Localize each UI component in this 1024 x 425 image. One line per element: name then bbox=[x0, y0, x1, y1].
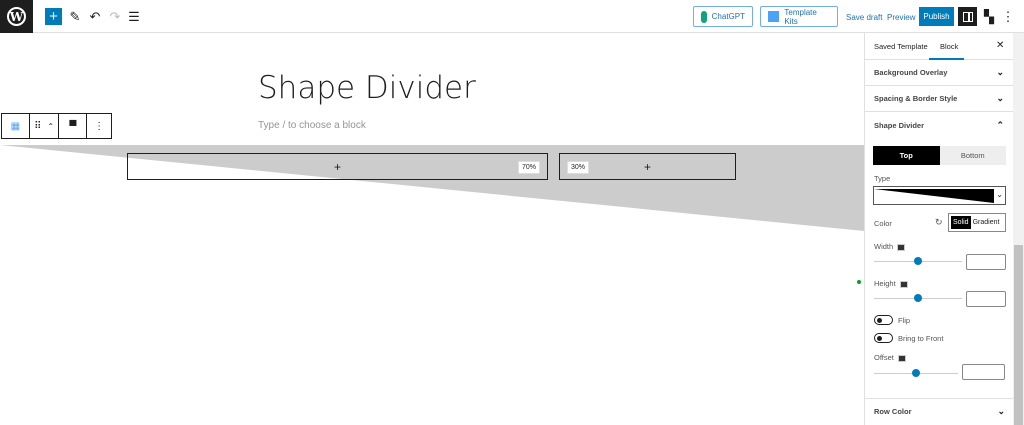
type-label: Type bbox=[874, 174, 891, 183]
label-text: Height bbox=[874, 279, 896, 288]
width-slider[interactable] bbox=[874, 257, 962, 265]
chevron-down-icon: ⌄ bbox=[996, 93, 1004, 103]
column-1[interactable]: +70% bbox=[127, 153, 548, 180]
position-toggle: Top Bottom bbox=[873, 146, 1006, 165]
offset-input[interactable] bbox=[962, 364, 1005, 380]
slider-handle[interactable] bbox=[914, 294, 922, 302]
preview-link[interactable]: Preview bbox=[887, 13, 915, 22]
device-preview-icon[interactable]: ▀ bbox=[59, 114, 88, 138]
add-block-button[interactable]: + bbox=[45, 8, 62, 25]
undo-icon[interactable]: ↶ bbox=[88, 8, 102, 25]
sidebar-icon bbox=[962, 11, 973, 22]
close-icon[interactable]: ✕ bbox=[996, 40, 1004, 51]
height-input[interactable] bbox=[966, 291, 1006, 307]
desktop-icon[interactable] bbox=[897, 354, 906, 362]
slider-handle[interactable] bbox=[912, 369, 920, 377]
width-input[interactable] bbox=[966, 254, 1006, 270]
section-row-color[interactable]: Row Color ⌄ bbox=[865, 398, 1014, 424]
edit-tool-icon[interactable]: ✎ bbox=[68, 8, 82, 25]
section-title: Background Overlay bbox=[874, 68, 948, 77]
column-width-label: 30% bbox=[567, 161, 590, 174]
bring-to-front-toggle[interactable] bbox=[874, 333, 893, 343]
more-options-icon[interactable]: ⋮ bbox=[1002, 8, 1015, 25]
column-2[interactable]: +30% bbox=[559, 153, 736, 180]
top-button[interactable]: Top bbox=[873, 146, 940, 165]
sidebar-scrollbar[interactable] bbox=[1013, 33, 1024, 425]
publish-button[interactable]: Publish bbox=[919, 7, 954, 26]
bottom-button[interactable]: Bottom bbox=[939, 146, 1006, 165]
reset-icon[interactable]: ↻ bbox=[935, 217, 943, 228]
chevron-up-icon: ⌃ bbox=[996, 119, 1004, 130]
chevron-down-icon: ⌄ bbox=[996, 190, 1003, 199]
block-options-icon[interactable]: ⋮ bbox=[87, 114, 111, 138]
height-label: Height bbox=[874, 279, 908, 288]
drag-handle-icon[interactable]: ⠿ bbox=[34, 121, 41, 132]
gradient-button[interactable]: Gradient bbox=[973, 219, 1000, 226]
label-text: Offset bbox=[874, 353, 894, 362]
chevron-down-icon: ⌄ bbox=[996, 67, 1004, 77]
desktop-icon[interactable] bbox=[899, 280, 908, 288]
move-up-down-icon[interactable]: ⌃ bbox=[47, 122, 54, 131]
solid-button[interactable]: Solid bbox=[951, 216, 971, 229]
top-toolbar: W + ✎ ↶ ↷ ☰ ChatGPT Template Kits Save d… bbox=[0, 0, 1024, 33]
block-placeholder[interactable]: Type / to choose a block bbox=[258, 120, 366, 131]
section-title: Spacing & Border Style bbox=[874, 94, 958, 103]
section-shape-divider[interactable]: Shape Divider ⌃ bbox=[865, 112, 1013, 138]
color-label: Color bbox=[874, 219, 892, 228]
redo-icon[interactable]: ↷ bbox=[108, 8, 122, 25]
template-kits-button[interactable]: Template Kits bbox=[760, 6, 838, 27]
type-select[interactable]: ⌄ bbox=[873, 186, 1006, 205]
column-width-label: 70% bbox=[517, 161, 540, 174]
chatgpt-icon bbox=[701, 10, 707, 23]
settings-toggle-button[interactable] bbox=[958, 7, 977, 26]
active-tab-indicator bbox=[929, 58, 964, 60]
offset-slider[interactable] bbox=[874, 369, 958, 377]
template-kits-icon bbox=[768, 11, 780, 22]
block-toolbar: ▦ ⠿ ⌃ ▀ ⋮ bbox=[1, 113, 112, 139]
add-inner-block-icon[interactable]: + bbox=[334, 160, 341, 174]
desktop-icon[interactable] bbox=[897, 243, 906, 251]
flip-toggle[interactable] bbox=[874, 315, 893, 325]
settings-sidebar: Saved Template Block ✕ Background Overla… bbox=[864, 33, 1014, 425]
color-mode-toggle: Solid Gradient bbox=[948, 213, 1006, 232]
status-dot bbox=[857, 280, 861, 284]
drag-move-controls: ⠿ ⌃ bbox=[30, 114, 60, 138]
row-block-icon[interactable]: ▦ bbox=[2, 114, 30, 138]
section-background-overlay[interactable]: Background Overlay ⌄ bbox=[865, 60, 1013, 86]
label-text: Width bbox=[874, 242, 894, 251]
save-draft-link[interactable]: Save draft bbox=[846, 13, 882, 22]
page-title[interactable]: Shape Divider bbox=[258, 70, 476, 106]
list-view-icon[interactable]: ☰ bbox=[127, 8, 141, 25]
wordpress-logo[interactable]: W bbox=[0, 0, 33, 33]
tab-saved-template[interactable]: Saved Template bbox=[874, 42, 928, 51]
flip-label: Flip bbox=[898, 316, 911, 325]
offset-label: Offset bbox=[874, 353, 906, 362]
shape-preview-icon bbox=[874, 189, 994, 203]
section-spacing-border[interactable]: Spacing & Border Style ⌄ bbox=[865, 86, 1013, 112]
bring-to-front-label: Bring to Front bbox=[898, 334, 944, 343]
width-label: Width bbox=[874, 242, 906, 251]
slider-handle[interactable] bbox=[914, 257, 922, 265]
chevron-down-icon: ⌄ bbox=[997, 406, 1005, 416]
add-inner-block-icon[interactable]: + bbox=[644, 160, 651, 174]
section-title: Shape Divider bbox=[874, 120, 925, 130]
chatgpt-button[interactable]: ChatGPT bbox=[693, 6, 753, 27]
height-slider[interactable] bbox=[874, 294, 962, 302]
tab-block[interactable]: Block bbox=[940, 42, 958, 51]
section-title: Row Color bbox=[874, 407, 912, 416]
blocks-icon[interactable]: ▚ bbox=[982, 8, 996, 25]
